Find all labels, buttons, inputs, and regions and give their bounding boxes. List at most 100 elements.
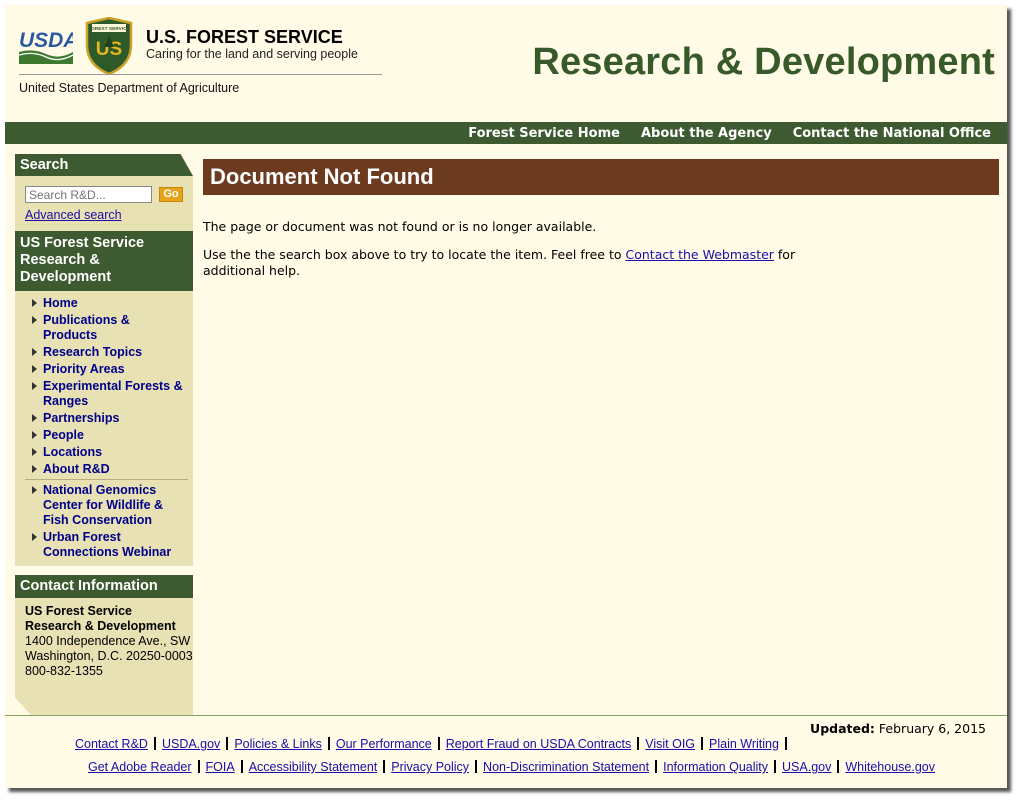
department-name: United States Department of Agriculture bbox=[19, 81, 240, 95]
arrow-right-icon bbox=[32, 431, 37, 439]
sidebar-item-label: About R&D bbox=[43, 462, 110, 476]
contact-org-line1: US Forest Service bbox=[25, 604, 132, 618]
footer-separator bbox=[226, 737, 229, 750]
top-navigation: Forest Service Home About the Agency Con… bbox=[5, 122, 1007, 144]
footer-link-accessibility[interactable]: Accessibility Statement bbox=[249, 760, 378, 774]
sidebar-item-label: Research Topics bbox=[43, 345, 143, 359]
search-heading: Search bbox=[15, 154, 193, 176]
agency-tagline: Caring for the land and serving people bbox=[146, 47, 358, 61]
sidebar-item-label: Home bbox=[43, 296, 78, 310]
footer-link-usda[interactable]: USDA.gov bbox=[162, 737, 220, 751]
footer-separator bbox=[240, 760, 243, 773]
nav-contact-national-office[interactable]: Contact the National Office bbox=[793, 126, 991, 141]
sidebar-item-locations[interactable]: Locations bbox=[15, 445, 193, 460]
sidebar-item-experimental-forests[interactable]: Experimental Forests & Ranges bbox=[15, 379, 193, 409]
footer-link-usa-gov[interactable]: USA.gov bbox=[782, 760, 831, 774]
footer-link-non-discrimination[interactable]: Non-Discrimination Statement bbox=[483, 760, 649, 774]
arrow-right-icon bbox=[32, 486, 37, 494]
footer-link-contact-rd[interactable]: Contact R&D bbox=[75, 737, 148, 751]
footer-separator bbox=[437, 737, 440, 750]
footer-separator bbox=[383, 760, 386, 773]
footer-link-performance[interactable]: Our Performance bbox=[336, 737, 432, 751]
footer-separator bbox=[655, 760, 658, 773]
usda-logo-icon[interactable]: USDA bbox=[19, 24, 73, 64]
footer-link-foia[interactable]: FOIA bbox=[206, 760, 235, 774]
nav-forest-service-home[interactable]: Forest Service Home bbox=[468, 126, 620, 141]
main-content: Document Not Found The page or document … bbox=[203, 159, 999, 279]
footer-separator bbox=[637, 737, 640, 750]
updated-label: Updated: bbox=[810, 721, 875, 736]
arrow-right-icon bbox=[32, 316, 37, 324]
usda-logo-text: USDA bbox=[19, 29, 73, 52]
arrow-right-icon bbox=[32, 299, 37, 307]
footer-link-plain-writing[interactable]: Plain Writing bbox=[709, 737, 779, 751]
help-text-before: Use the the search box above to try to l… bbox=[203, 247, 626, 262]
sidebar: Search Go Advanced search US Forest Serv… bbox=[15, 154, 193, 715]
sidebar-item-label: Experimental Forests & Ranges bbox=[43, 379, 183, 408]
footer-separator bbox=[197, 760, 200, 773]
arrow-right-icon bbox=[32, 382, 37, 390]
footer-separator bbox=[784, 737, 787, 750]
rd-section-heading: US Forest Service Research & Development bbox=[15, 231, 193, 291]
sidebar-item-label: National Genomics Center for Wildlife & … bbox=[43, 483, 164, 527]
footer-link-adobe-reader[interactable]: Get Adobe Reader bbox=[88, 760, 192, 774]
site-header: USDA FOREST SERVICE US U.S. FOREST SERVI… bbox=[5, 5, 1007, 122]
sidebar-item-publications[interactable]: Publications & Products bbox=[15, 313, 193, 343]
footer-link-report-fraud[interactable]: Report Fraud on USDA Contracts bbox=[446, 737, 632, 751]
contact-heading: Contact Information bbox=[15, 575, 193, 598]
contact-info: US Forest Service Research & Development… bbox=[15, 598, 193, 715]
sidebar-item-partnerships[interactable]: Partnerships bbox=[15, 411, 193, 426]
contact-address-line2: Washington, D.C. 20250-0003 bbox=[25, 649, 193, 663]
sidebar-item-people[interactable]: People bbox=[15, 428, 193, 443]
sidebar-item-home[interactable]: Home bbox=[15, 296, 193, 311]
arrow-right-icon bbox=[32, 414, 37, 422]
footer-links-row2: Get Adobe Reader FOIA Accessibility Statem… bbox=[88, 760, 935, 774]
forest-service-shield-icon[interactable]: FOREST SERVICE US bbox=[83, 17, 135, 75]
footer-divider bbox=[5, 715, 1007, 716]
sidebar-item-label: Priority Areas bbox=[43, 362, 125, 376]
page: USDA FOREST SERVICE US U.S. FOREST SERVI… bbox=[5, 5, 1007, 788]
arrow-right-icon bbox=[32, 348, 37, 356]
footer-separator bbox=[837, 760, 840, 773]
footer-separator bbox=[701, 737, 704, 750]
nav-about-the-agency[interactable]: About the Agency bbox=[641, 126, 772, 141]
footer-separator bbox=[475, 760, 478, 773]
footer-link-policies[interactable]: Policies & Links bbox=[234, 737, 322, 751]
arrow-right-icon bbox=[32, 365, 37, 373]
not-found-message: The page or document was not found or is… bbox=[203, 219, 597, 234]
sidebar-item-label: People bbox=[43, 428, 84, 442]
sidebar-item-about-rd[interactable]: About R&D bbox=[15, 462, 193, 477]
search-panel: Go Advanced search bbox=[15, 176, 193, 231]
search-input[interactable] bbox=[25, 186, 152, 203]
contact-phone: 800-832-1355 bbox=[25, 664, 103, 678]
sidebar-item-genomics-center[interactable]: National Genomics Center for Wildlife & … bbox=[15, 483, 193, 528]
sidebar-item-priority-areas[interactable]: Priority Areas bbox=[15, 362, 193, 377]
sidebar-item-label: Partnerships bbox=[43, 411, 120, 425]
shield-top-text: FOREST SERVICE bbox=[88, 26, 131, 32]
arrow-right-icon bbox=[32, 533, 37, 541]
sidebar-item-research-topics[interactable]: Research Topics bbox=[15, 345, 193, 360]
search-go-button[interactable]: Go bbox=[159, 187, 183, 202]
advanced-search-link[interactable]: Advanced search bbox=[25, 208, 122, 222]
footer-links-row1: Contact R&D USDA.gov Policies & Links Our P… bbox=[75, 737, 793, 751]
contact-webmaster-link[interactable]: Contact the Webmaster bbox=[626, 247, 774, 262]
footer-separator bbox=[327, 737, 330, 750]
contact-org-line2: Research & Development bbox=[25, 619, 176, 633]
page-title: Document Not Found bbox=[203, 159, 999, 195]
footer-link-information-quality[interactable]: Information Quality bbox=[663, 760, 768, 774]
footer-separator bbox=[153, 737, 156, 750]
arrow-right-icon bbox=[32, 448, 37, 456]
sidebar-item-label: Locations bbox=[43, 445, 103, 459]
footer-link-whitehouse[interactable]: Whitehouse.gov bbox=[845, 760, 935, 774]
sidebar-item-label: Publications & Products bbox=[43, 313, 130, 342]
sidebar-divider bbox=[25, 479, 188, 480]
sidebar-item-urban-forest-webinar[interactable]: Urban Forest Connections Webinar bbox=[15, 530, 193, 560]
footer-link-privacy[interactable]: Privacy Policy bbox=[391, 760, 469, 774]
footer-link-visit-oig[interactable]: Visit OIG bbox=[645, 737, 695, 751]
updated-date: February 6, 2015 bbox=[878, 721, 986, 736]
sidebar-item-label: Urban Forest Connections Webinar bbox=[43, 530, 172, 559]
contact-address-line1: 1400 Independence Ave., SW bbox=[25, 634, 191, 648]
footer-separator bbox=[774, 760, 777, 773]
sidebar-nav: Home Publications & Products Research To… bbox=[15, 291, 193, 566]
site-title: Research & Development bbox=[532, 41, 995, 83]
